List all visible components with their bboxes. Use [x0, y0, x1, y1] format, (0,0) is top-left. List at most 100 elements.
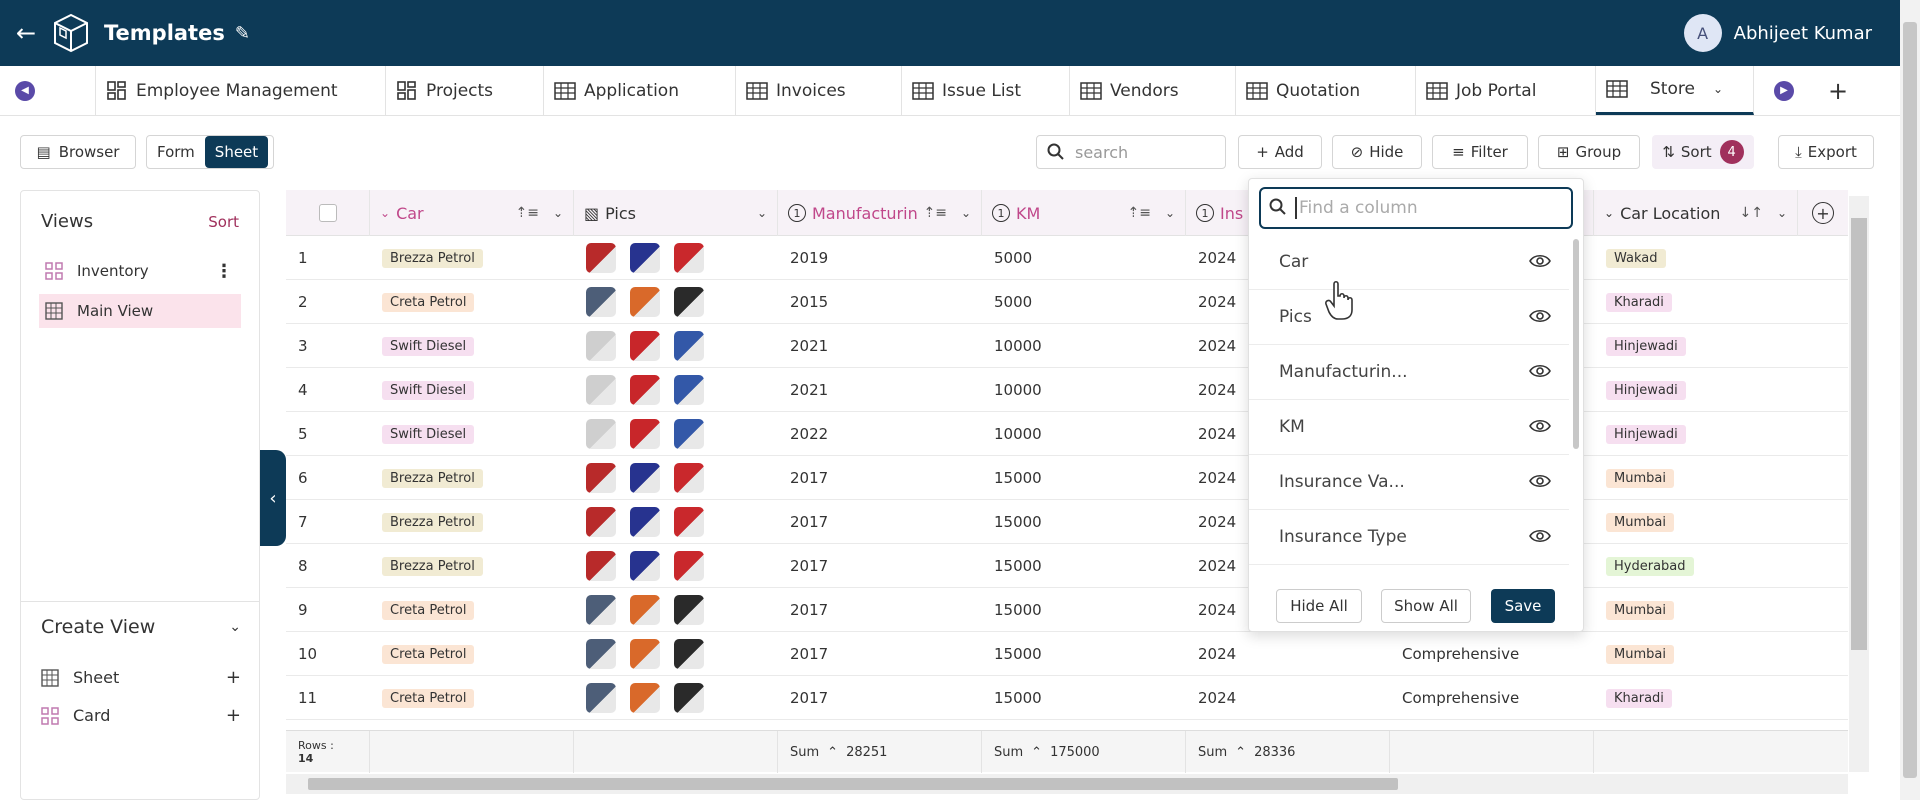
mfg-cell[interactable]: 2017: [778, 588, 982, 632]
km-cell[interactable]: 10000: [982, 324, 1186, 368]
table-row[interactable]: 6 Brezza Petrol 2017 15000 2024 Mumbai: [286, 456, 1848, 500]
hide-all-button[interactable]: Hide All: [1276, 589, 1362, 623]
car-thumbnail[interactable]: [630, 375, 660, 405]
type-cell[interactable]: Comprehensive: [1390, 632, 1594, 676]
chevron-down-icon[interactable]: ⌄: [961, 206, 971, 220]
location-cell[interactable]: Mumbai: [1594, 632, 1798, 676]
location-cell[interactable]: Wakad: [1594, 236, 1798, 280]
pics-cell[interactable]: [574, 588, 778, 632]
car-cell[interactable]: Creta Petrol: [370, 280, 574, 324]
car-thumbnail[interactable]: [630, 287, 660, 317]
collapse-sidebar-button[interactable]: ‹: [260, 450, 286, 546]
location-cell[interactable]: Mumbai: [1594, 500, 1798, 544]
car-thumbnail[interactable]: [674, 331, 704, 361]
table-row[interactable]: 3 Swift Diesel 2021 10000 2024 Hinjewadi: [286, 324, 1848, 368]
ins-cell[interactable]: 2024: [1186, 632, 1390, 676]
column-toggle-item[interactable]: Insurance Va...: [1249, 455, 1569, 510]
km-cell[interactable]: 10000: [982, 412, 1186, 456]
find-column-input[interactable]: Find a column: [1259, 187, 1573, 229]
mfg-cell[interactable]: 2017: [778, 676, 982, 720]
car-thumbnail[interactable]: [586, 463, 616, 493]
column-header-km[interactable]: 1 KM ⇡≡ ⌄: [982, 190, 1186, 236]
pics-cell[interactable]: [574, 500, 778, 544]
column-header-car-location[interactable]: ⌄ Car Location ↓↑ ⌄: [1594, 190, 1798, 236]
car-thumbnail[interactable]: [674, 243, 704, 273]
km-cell[interactable]: 15000: [982, 544, 1186, 588]
hide-button[interactable]: ⊘ Hide: [1332, 135, 1422, 169]
tab-store[interactable]: Store ⌄: [1596, 66, 1754, 115]
browser-button[interactable]: ▤ Browser: [20, 135, 136, 169]
chevron-right-icon[interactable]: ▶: [1774, 80, 1794, 101]
car-thumbnail[interactable]: [630, 551, 660, 581]
pics-cell[interactable]: [574, 456, 778, 500]
mfg-cell[interactable]: 2022: [778, 412, 982, 456]
car-thumbnail[interactable]: [674, 419, 704, 449]
row-number[interactable]: 4: [286, 368, 370, 412]
car-thumbnail[interactable]: [630, 243, 660, 273]
car-thumbnail[interactable]: [630, 331, 660, 361]
car-thumbnail[interactable]: [586, 551, 616, 581]
car-cell[interactable]: Brezza Petrol: [370, 236, 574, 280]
view-item-inventory[interactable]: Inventory ⋮: [39, 254, 241, 288]
km-cell[interactable]: 5000: [982, 280, 1186, 324]
car-cell[interactable]: Creta Petrol: [370, 632, 574, 676]
chevron-down-icon[interactable]: ⌄: [1713, 82, 1723, 96]
car-thumbnail[interactable]: [674, 639, 704, 669]
user-name[interactable]: Abhijeet Kumar: [1734, 23, 1872, 44]
sum-manufacturing[interactable]: Sum ⌃ 28251: [778, 731, 982, 773]
car-thumbnail[interactable]: [674, 463, 704, 493]
eye-icon[interactable]: [1529, 418, 1551, 434]
views-sort-button[interactable]: Sort: [208, 213, 239, 231]
km-cell[interactable]: 15000: [982, 456, 1186, 500]
car-cell[interactable]: Swift Diesel: [370, 412, 574, 456]
pics-cell[interactable]: [574, 236, 778, 280]
sort-asc-icon[interactable]: ⇡≡: [1127, 205, 1150, 221]
car-thumbnail[interactable]: [586, 287, 616, 317]
row-number[interactable]: 3: [286, 324, 370, 368]
car-thumbnail[interactable]: [586, 243, 616, 273]
km-cell[interactable]: 15000: [982, 676, 1186, 720]
tab-vendors[interactable]: Vendors: [1070, 66, 1236, 115]
view-item-main-view[interactable]: Main View: [39, 294, 241, 328]
car-thumbnail[interactable]: [586, 595, 616, 625]
sum-km[interactable]: Sum ⌃ 175000: [982, 731, 1186, 773]
location-cell[interactable]: Mumbai: [1594, 588, 1798, 632]
sort-asc-icon[interactable]: ⇡≡: [515, 205, 538, 221]
car-thumbnail[interactable]: [586, 331, 616, 361]
table-row[interactable]: 1 Brezza Petrol 2019 5000 2024 Wakad: [286, 236, 1848, 280]
row-number[interactable]: 8: [286, 544, 370, 588]
car-thumbnail[interactable]: [630, 639, 660, 669]
eye-icon[interactable]: [1529, 308, 1551, 324]
location-cell[interactable]: Kharadi: [1594, 676, 1798, 720]
sum-insurance[interactable]: Sum ⌃ 28336: [1186, 731, 1390, 773]
table-row[interactable]: 8 Brezza Petrol 2017 15000 2024 Hyderabad: [286, 544, 1848, 588]
row-number[interactable]: 2: [286, 280, 370, 324]
column-toggle-item[interactable]: KM: [1249, 400, 1569, 455]
car-thumbnail[interactable]: [586, 683, 616, 713]
table-row[interactable]: 11 Creta Petrol 2017 15000 2024 Comprehensive…: [286, 676, 1848, 720]
pics-cell[interactable]: [574, 544, 778, 588]
location-cell[interactable]: Kharadi: [1594, 280, 1798, 324]
column-toggle-item[interactable]: Car: [1249, 235, 1569, 290]
ins-cell[interactable]: 2024: [1186, 676, 1390, 720]
car-thumbnail[interactable]: [674, 375, 704, 405]
tab-employee-management[interactable]: Employee Management: [96, 66, 386, 115]
show-all-button[interactable]: Show All: [1381, 589, 1471, 623]
chevron-down-icon[interactable]: ⌄: [757, 206, 767, 220]
tab-issue-list[interactable]: Issue List: [902, 66, 1070, 115]
tab-projects[interactable]: Projects: [386, 66, 544, 115]
car-thumbnail[interactable]: [586, 639, 616, 669]
table-row[interactable]: 9 Creta Petrol 2017 15000 2024 Mumbai: [286, 588, 1848, 632]
table-row[interactable]: 4 Swift Diesel 2021 10000 2024 Hinjewadi: [286, 368, 1848, 412]
pics-cell[interactable]: [574, 676, 778, 720]
location-cell[interactable]: Hinjewadi: [1594, 324, 1798, 368]
mfg-cell[interactable]: 2021: [778, 324, 982, 368]
pics-cell[interactable]: [574, 412, 778, 456]
eye-icon[interactable]: [1529, 473, 1551, 489]
car-cell[interactable]: Swift Diesel: [370, 324, 574, 368]
car-cell[interactable]: Creta Petrol: [370, 676, 574, 720]
eye-icon[interactable]: [1529, 253, 1551, 269]
row-number[interactable]: 11: [286, 676, 370, 720]
pics-cell[interactable]: [574, 368, 778, 412]
car-cell[interactable]: Brezza Petrol: [370, 544, 574, 588]
